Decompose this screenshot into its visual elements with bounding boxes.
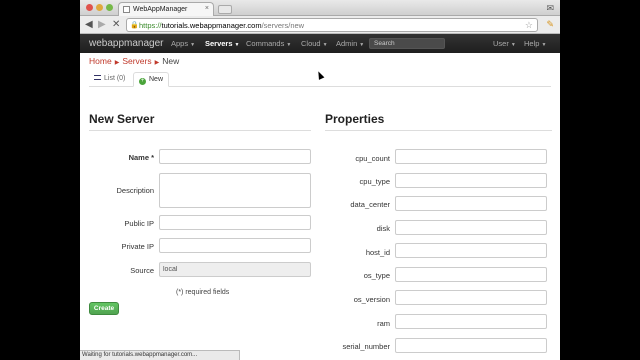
breadcrumb: Home ▶ Servers ▶ New: [89, 56, 179, 66]
source-field: [159, 262, 311, 277]
bookmark-star-icon[interactable]: ☆: [525, 20, 533, 31]
property-label-os-type: os_type: [363, 271, 390, 280]
divider: [325, 130, 552, 131]
chevron-down-icon: ▼: [190, 42, 196, 48]
nav-cloud-label: Cloud: [301, 39, 321, 48]
chevron-down-icon: ▼: [541, 42, 547, 48]
property-label-data-center: data_center: [350, 200, 390, 209]
property-field-cpu-count[interactable]: [395, 149, 547, 164]
window-maximize-button[interactable]: [106, 4, 113, 11]
source-label: Source: [130, 266, 154, 275]
chevron-down-icon: ▼: [234, 42, 240, 48]
public-ip-field[interactable]: [159, 215, 311, 230]
properties-title: Properties: [325, 112, 385, 126]
property-field-host-id[interactable]: [395, 243, 547, 258]
stop-loading-icon[interactable]: ✕: [112, 19, 120, 31]
chevron-down-icon: ▼: [510, 42, 516, 48]
nav-cloud[interactable]: Cloud ▼: [301, 39, 328, 48]
property-label-serial-number: serial_number: [342, 342, 390, 351]
url-path: /servers/new: [261, 21, 305, 30]
tab-new-label: New: [149, 76, 164, 83]
property-field-cpu-type[interactable]: [395, 173, 547, 188]
window-minimize-button[interactable]: [96, 4, 103, 11]
nav-help[interactable]: Help ▼: [524, 39, 546, 48]
nav-apps[interactable]: Apps ▼: [171, 39, 195, 48]
brand-logo[interactable]: webappmanager: [89, 38, 164, 49]
breadcrumb-servers[interactable]: Servers: [122, 56, 151, 66]
create-button[interactable]: Create: [89, 302, 119, 315]
url-host: tutorials.webappmanager.com: [161, 21, 262, 30]
name-label: Name *: [128, 153, 154, 162]
nav-servers-label: Servers: [205, 39, 233, 48]
property-field-disk[interactable]: [395, 220, 547, 235]
status-bar: Waiting for tutorials.webappmanager.com.…: [80, 350, 240, 360]
url-scheme: https://: [139, 21, 162, 30]
tab-new[interactable]: + New: [133, 72, 170, 87]
property-field-data-center[interactable]: [395, 196, 547, 211]
property-field-serial-number[interactable]: [395, 338, 547, 353]
nav-servers[interactable]: Servers ▼: [205, 39, 239, 48]
name-field[interactable]: [159, 149, 311, 164]
search-input[interactable]: [369, 38, 445, 49]
description-label: Description: [116, 186, 154, 195]
browser-tab-title: WebAppManager: [133, 6, 188, 13]
lock-icon: 🔒: [130, 22, 139, 29]
nav-help-label: Help: [524, 39, 540, 48]
nav-commands-label: Commands: [246, 39, 285, 48]
breadcrumb-separator-icon: ▶: [114, 60, 120, 66]
list-icon: [94, 75, 101, 80]
private-ip-label: Private IP: [121, 242, 154, 251]
property-label-cpu-count: cpu_count: [355, 154, 390, 163]
tab-list[interactable]: List (0): [89, 72, 130, 87]
divider: [89, 130, 311, 131]
favicon-icon: [123, 6, 130, 13]
nav-user[interactable]: User ▼: [493, 39, 516, 48]
property-field-os-version[interactable]: [395, 290, 547, 305]
nav-user-label: User: [493, 39, 509, 48]
tab-list-label: List (0): [104, 75, 126, 82]
title-bar: WebAppManager × ✉: [80, 0, 560, 16]
app-navbar: webappmanager Apps ▼ Servers ▼ Commands ▼ C…: [80, 34, 560, 53]
chevron-down-icon: ▼: [359, 42, 365, 48]
property-label-os-version: os_version: [353, 295, 390, 304]
address-bar[interactable]: 🔒 https://tutorials.webappmanager.com/se…: [126, 18, 538, 32]
chevron-down-icon: ▼: [322, 42, 328, 48]
public-ip-label: Public IP: [124, 219, 154, 228]
property-field-ram[interactable]: [395, 314, 547, 329]
window-close-button[interactable]: [86, 4, 93, 11]
private-ip-field[interactable]: [159, 238, 311, 253]
browser-tab[interactable]: WebAppManager ×: [118, 2, 214, 16]
nav-commands[interactable]: Commands ▼: [246, 39, 291, 48]
back-icon[interactable]: ◀: [85, 19, 93, 31]
nav-admin-label: Admin: [336, 39, 358, 48]
extension-icon[interactable]: ✎: [546, 19, 554, 30]
property-label-disk: disk: [376, 224, 390, 233]
mail-icon[interactable]: ✉: [546, 3, 554, 14]
new-tab-button[interactable]: [218, 5, 232, 14]
browser-window: WebAppManager × ✉ ◀ ▶ ✕ 🔒 https://tutori…: [80, 0, 560, 360]
property-label-ram: ram: [377, 319, 390, 328]
plus-icon: +: [139, 78, 146, 85]
browser-toolbar: ◀ ▶ ✕ 🔒 https://tutorials.webappmanager.…: [80, 16, 560, 34]
nav-apps-label: Apps: [171, 39, 189, 48]
property-field-os-type[interactable]: [395, 267, 547, 282]
breadcrumb-current: New: [162, 56, 180, 66]
description-field[interactable]: [159, 173, 311, 208]
chevron-down-icon: ▼: [286, 42, 292, 48]
tab-close-icon[interactable]: ×: [205, 5, 209, 12]
new-server-title: New Server: [89, 112, 155, 126]
breadcrumb-separator-icon: ▶: [154, 60, 160, 66]
required-fields-note: (*) required fields: [176, 289, 230, 296]
property-label-host-id: host_id: [365, 248, 390, 257]
forward-icon[interactable]: ▶: [98, 19, 106, 31]
breadcrumb-home[interactable]: Home: [89, 56, 112, 66]
nav-admin[interactable]: Admin ▼: [336, 39, 364, 48]
property-label-cpu-type: cpu_type: [359, 177, 390, 186]
